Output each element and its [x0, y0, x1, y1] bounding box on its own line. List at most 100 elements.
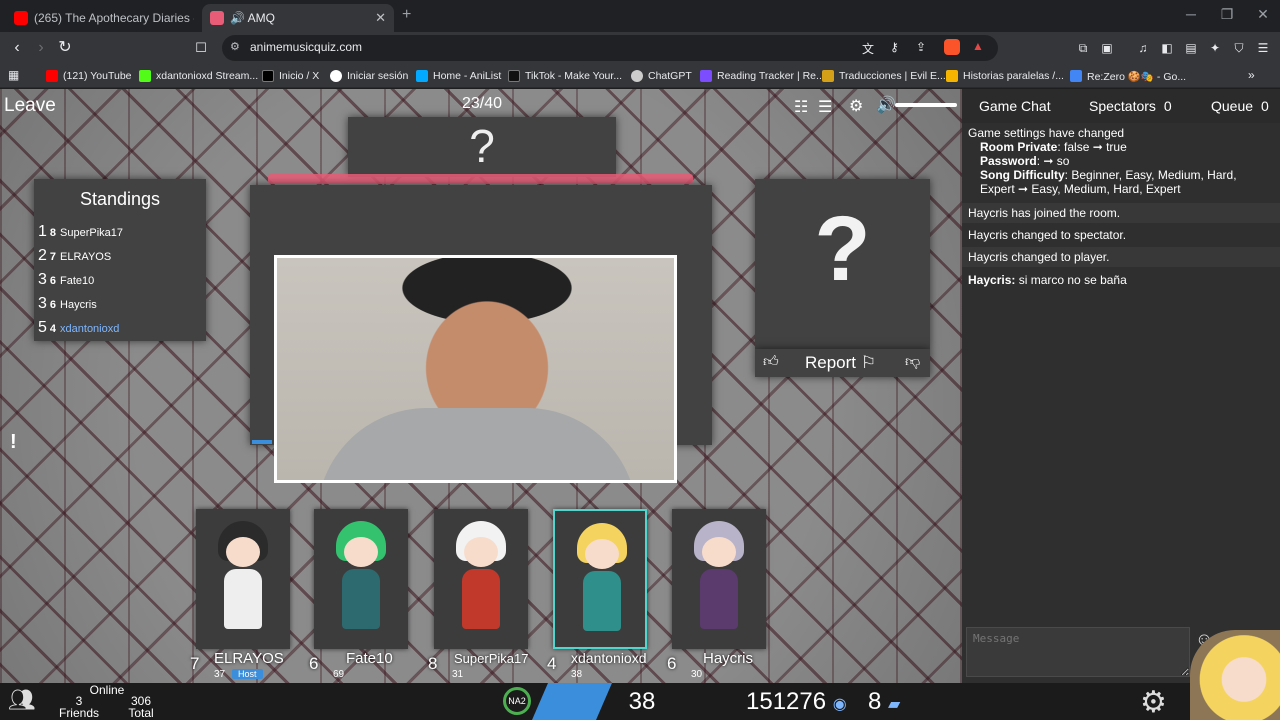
- brave-shields-icon[interactable]: [944, 39, 960, 55]
- chat-message-user[interactable]: Haycris:: [968, 273, 1015, 287]
- bookmark-item[interactable]: (121) YouTube: [46, 68, 132, 84]
- bookmark-item[interactable]: Iniciar sesión: [330, 68, 408, 84]
- bookmark-item[interactable]: Historias paralelas /...: [946, 68, 1064, 84]
- player-avatar-self[interactable]: [553, 509, 647, 649]
- back-arrow-icon[interactable]: ‹: [6, 38, 28, 58]
- bookmark-item[interactable]: Reading Tracker | Re...: [700, 68, 825, 84]
- reload-icon[interactable]: ↻: [54, 38, 76, 58]
- setting-key: Song Difficulty: [980, 168, 1065, 182]
- close-tab-icon[interactable]: ✕: [375, 10, 386, 26]
- apps-grid-icon[interactable]: ▦: [8, 68, 19, 82]
- bookmark-item[interactable]: TikTok - Make Your...: [508, 68, 622, 84]
- tab-count: 0: [1260, 98, 1269, 114]
- bookmark-label: xdantonioxd Stream...: [156, 70, 259, 82]
- avatar-face: [464, 537, 498, 567]
- settings-gear-icon[interactable]: ⚙: [849, 96, 863, 116]
- extensions-icon[interactable]: ⧉: [1074, 39, 1092, 57]
- bookmark-item[interactable]: Re:Zero 🍪🎭 - Go...: [1070, 68, 1186, 84]
- player-avatar[interactable]: [434, 509, 528, 649]
- song-info-placeholder: ?: [814, 198, 871, 300]
- brave-rewards-icon[interactable]: ▲: [972, 39, 984, 53]
- bookmarks-bar: ▦ (121) YouTube xdantonioxd Stream... In…: [0, 64, 1280, 88]
- more-bookmarks-icon[interactable]: »: [1248, 68, 1255, 82]
- password-key-icon[interactable]: ⚷: [890, 40, 899, 54]
- tickets-counter[interactable]: 8 ▰: [868, 688, 900, 716]
- bookmark-item[interactable]: xdantonioxd Stream...: [139, 68, 258, 84]
- sidebar-icon[interactable]: ◧: [1158, 39, 1176, 57]
- thumbs-down-icon[interactable]: 👎︎: [905, 353, 920, 371]
- close-window-icon[interactable]: ✕: [1248, 6, 1278, 23]
- friends-stat[interactable]: 3 Friends: [56, 695, 102, 719]
- bookmark-label: Reading Tracker | Re...: [717, 70, 825, 82]
- webcam-person-shirt: [317, 408, 637, 480]
- restore-window-icon[interactable]: ❐: [1212, 6, 1242, 23]
- bookmark-item[interactable]: Inicio / X: [262, 68, 319, 84]
- notes-counter[interactable]: 151276 ◉: [746, 688, 847, 716]
- wallet-icon[interactable]: ▤: [1182, 39, 1200, 57]
- url-text[interactable]: animemusicquiz.com: [250, 40, 362, 54]
- player-score: 6: [667, 654, 677, 673]
- game-settings-gear-icon[interactable]: ⚙: [1140, 685, 1167, 720]
- leave-button[interactable]: Leave: [4, 95, 56, 117]
- player-score: 6: [309, 654, 319, 673]
- menu-lines-icon[interactable]: ☰: [818, 97, 832, 117]
- system-message: Haycris has joined the room.: [962, 203, 1280, 223]
- chat-panel: Game Chat Spectators 0 Queue 0 Game sett…: [962, 89, 1280, 683]
- song-progress-bar: [252, 440, 272, 444]
- player-avatar[interactable]: [672, 509, 766, 649]
- translate-icon[interactable]: 文: [862, 40, 874, 57]
- avatar-face: [585, 539, 619, 569]
- bookmark-item[interactable]: Home - AniList: [416, 68, 501, 84]
- note-icon: ◉: [832, 696, 847, 713]
- standings-score: 7: [49, 251, 57, 263]
- alert-icon[interactable]: !: [10, 431, 50, 461]
- report-button[interactable]: Report ⚐: [805, 353, 876, 373]
- tab-spectators[interactable]: Spectators 0: [1089, 98, 1172, 114]
- browser-tab-amq[interactable]: 🔊 AMQ ✕: [202, 4, 394, 32]
- standings-score: 6: [49, 299, 57, 311]
- youtube-icon: [46, 70, 58, 82]
- total-label: Total: [128, 706, 154, 720]
- standings-score: 8: [49, 227, 57, 239]
- minimize-window-icon[interactable]: ─: [1176, 6, 1206, 22]
- player-avatar[interactable]: [314, 509, 408, 649]
- address-bar[interactable]: ⚙ animemusicquiz.com 文 ⚷ ⇪ ▲: [222, 35, 998, 61]
- chat-message-input[interactable]: [966, 627, 1190, 677]
- tab-queue[interactable]: Queue 0: [1211, 98, 1269, 114]
- setting-value: : false ➞ true: [1057, 140, 1127, 154]
- site-info-icon[interactable]: ⚙: [230, 40, 240, 53]
- screenshot-icon[interactable]: ▣: [1098, 39, 1116, 57]
- bookmark-item[interactable]: ChatGPT: [631, 68, 692, 84]
- vpn-shield-icon[interactable]: ⛉: [1230, 39, 1248, 57]
- browser-tab-youtube[interactable]: (265) The Apothecary Diaries - Open: [6, 4, 202, 32]
- google-drive-icon: [1070, 70, 1082, 82]
- volume-icon[interactable]: 🔊: [876, 95, 896, 115]
- friends-icon[interactable]: 👥︎: [8, 687, 36, 713]
- avatar-face: [344, 537, 378, 567]
- browser-toolbar: ‹ › ↻ ☐ ⚙ animemusicquiz.com 文 ⚷ ⇪ ▲ ⧉ ▣…: [0, 32, 1280, 64]
- list-view-icon[interactable]: ☷: [794, 97, 808, 117]
- flag-icon: ⚐: [860, 353, 877, 372]
- player-avatar[interactable]: [196, 509, 290, 649]
- standings-rank: 1: [38, 223, 47, 240]
- forward-arrow-icon[interactable]: ›: [30, 38, 52, 58]
- media-icon[interactable]: ♫: [1134, 39, 1152, 57]
- share-icon[interactable]: ⇪: [916, 40, 926, 54]
- player-name: Fate10: [346, 650, 393, 667]
- menu-icon[interactable]: ☰: [1254, 39, 1272, 57]
- chat-message: Haycris: si marco no se baña: [962, 270, 1280, 290]
- player-score: 8: [428, 654, 438, 673]
- bookmark-item[interactable]: Traducciones | Evil E...: [822, 68, 946, 84]
- new-tab-button[interactable]: +: [402, 6, 411, 24]
- x-icon: [262, 70, 274, 82]
- system-message-settings: Game settings have changed Room Private:…: [962, 123, 1280, 200]
- settings-line: Password: ➞ so: [968, 154, 1274, 168]
- bookmark-label: Re:Zero 🍪🎭 - Go...: [1087, 70, 1187, 83]
- tab-game-chat[interactable]: Game Chat: [979, 98, 1051, 114]
- setting-key: Room Private: [980, 140, 1058, 154]
- tab-count: 0: [1163, 98, 1172, 114]
- volume-slider[interactable]: [895, 103, 957, 107]
- leo-ai-icon[interactable]: ✦: [1206, 39, 1224, 57]
- thumbs-up-icon[interactable]: 👍︎: [763, 353, 779, 371]
- bookmark-icon[interactable]: ☐: [190, 38, 212, 58]
